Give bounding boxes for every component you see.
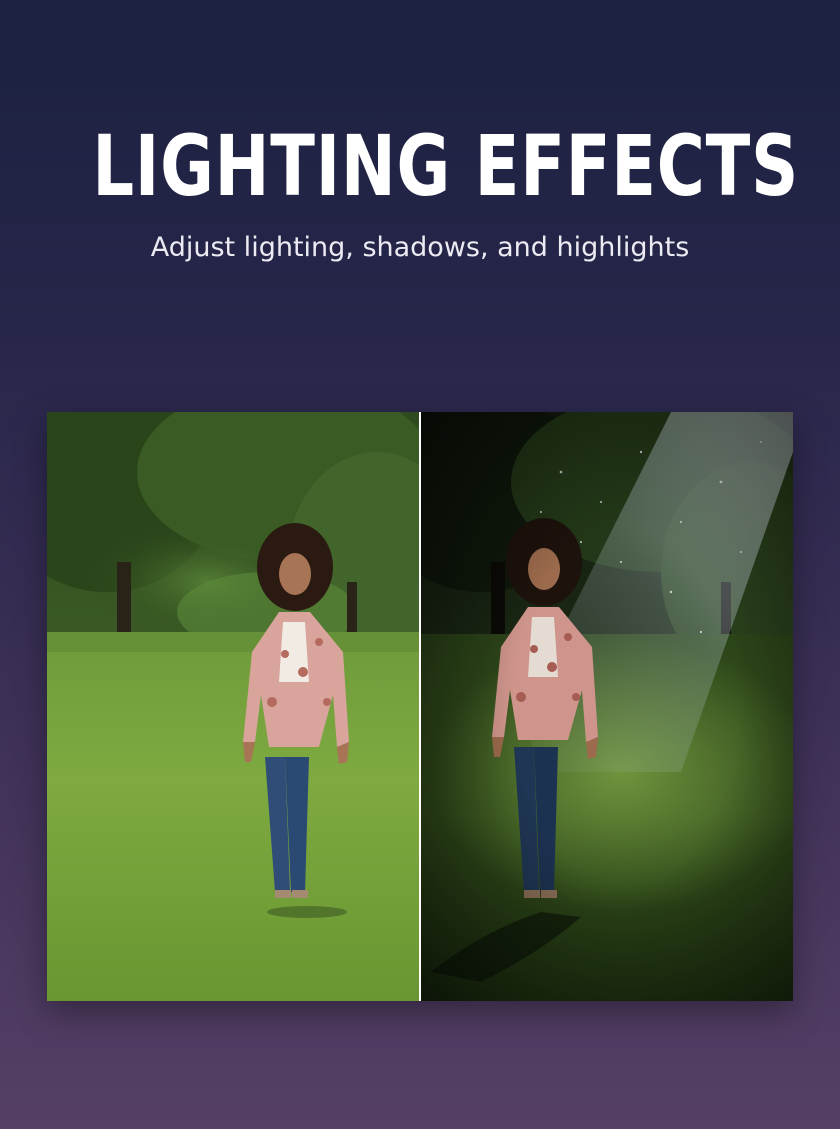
header: LIGHTING EFFECTS Adjust lighting, shadow… [0,120,840,263]
page-subtitle: Adjust lighting, shadows, and highlights [150,232,690,263]
after-image [421,412,793,1001]
page-title: LIGHTING EFFECTS [92,117,800,215]
before-after-comparison [47,412,793,1001]
before-image [47,412,419,1001]
